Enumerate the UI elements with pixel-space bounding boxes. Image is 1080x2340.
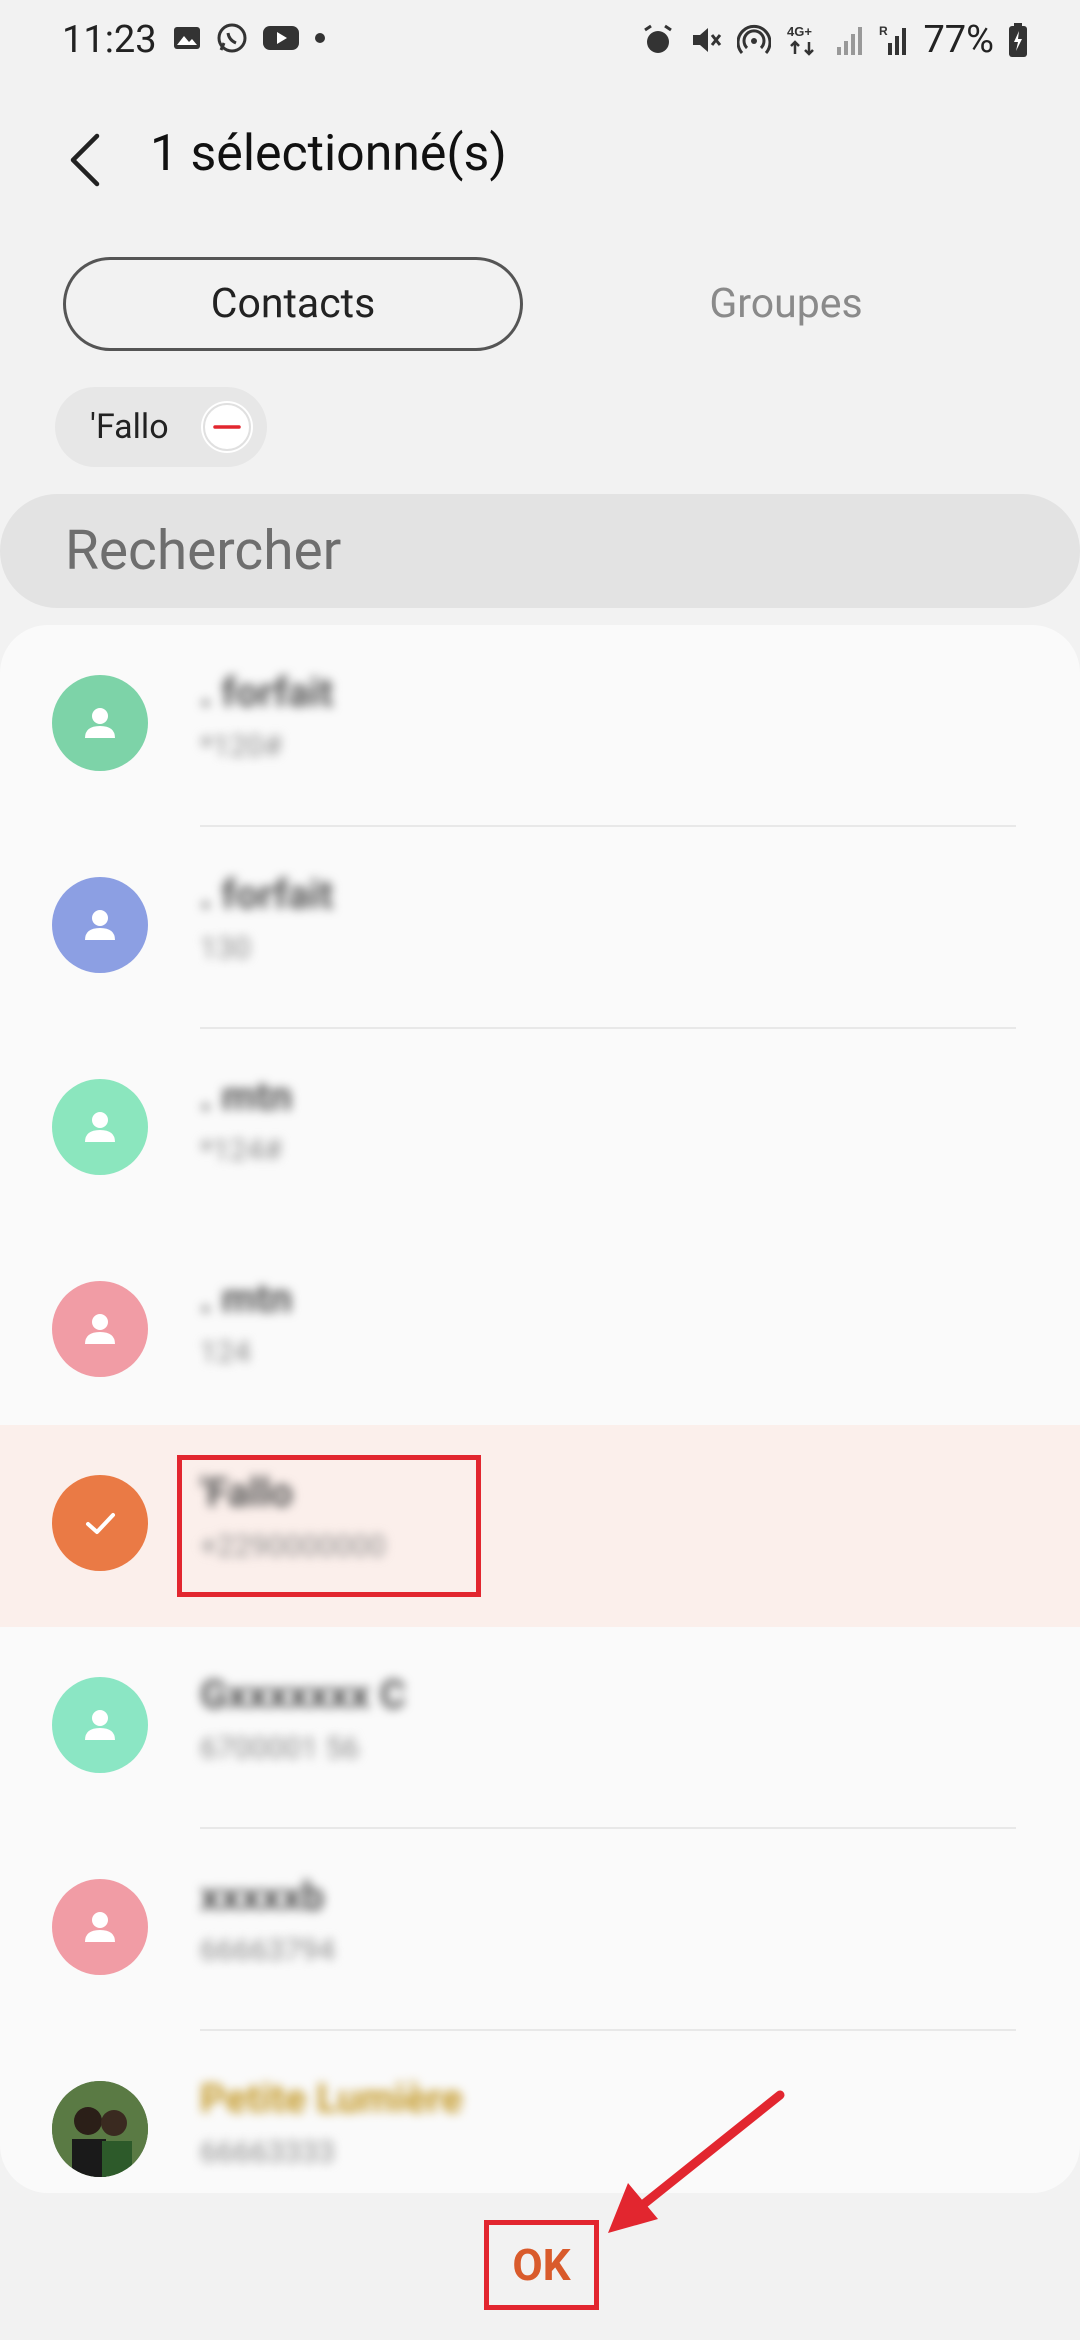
tab-contacts[interactable]: Contacts [63,257,523,351]
list-item[interactable]: . forfait 130 [0,827,1080,1029]
contact-number: 66663333 [200,2135,335,2170]
contact-photo [52,2081,148,2177]
person-icon [85,1112,115,1142]
contact-number: 6700001 56 [200,1731,360,1766]
contact-name: . mtn [200,1073,293,1120]
remove-icon [203,403,251,451]
person-icon [85,1314,115,1344]
avatar [52,1281,148,1377]
whatsapp-icon [217,23,247,53]
network-4g-icon: 4G+ [787,24,815,56]
mute-icon [693,28,722,52]
chip-remove-button[interactable] [201,401,253,453]
svg-text:4G+: 4G+ [787,24,812,39]
tab-groups[interactable]: Groupes [556,257,1016,351]
page-title: 1 sélectionné(s) [150,125,507,183]
svg-text:R: R [879,24,888,38]
signal-roaming-icon: R [879,24,907,55]
annotation-highlight-box [177,1455,481,1597]
person-icon [85,708,115,738]
checkmark-icon [86,1513,115,1534]
more-notifications-icon [315,33,325,43]
contact-name: Petite Lumière [200,2075,463,2122]
alarm-icon [644,24,673,53]
avatar [52,1677,148,1773]
contact-name: . mtn [200,1275,293,1322]
search-bar[interactable] [0,494,1080,608]
status-bar: 11:23 4G+ R 77% [0,0,1080,84]
back-arrow-icon [70,133,100,187]
person-icon [85,910,115,940]
contact-name: . forfait [200,871,334,918]
list-item[interactable]: . mtn *124# [0,1029,1080,1231]
search-input[interactable] [65,516,965,586]
contact-number: 124 [200,1335,251,1370]
avatar [52,1879,148,1975]
ok-button[interactable]: OK [484,2220,599,2310]
contact-number: *120# [200,729,282,764]
list-item[interactable]: . mtn 124 [0,1231,1080,1433]
person-icon [85,1710,115,1740]
youtube-icon [263,26,299,50]
avatar [52,675,148,771]
status-time: 11:23 [62,18,157,62]
contact-number: *124# [200,1133,282,1168]
gallery-icon [174,27,200,49]
list-item-selected[interactable]: 'Fallo +2290000000 [0,1425,1080,1627]
person-icon [85,1912,115,1942]
battery-percent: 77% [923,18,994,62]
signal-icon [837,27,863,55]
battery-icon [1009,23,1027,57]
list-item[interactable]: Gxxxxxxx C 6700001 56 [0,1627,1080,1829]
avatar [52,1079,148,1175]
back-button[interactable] [50,120,120,200]
contact-number: 66663794 [200,1933,335,1968]
selected-contact-chip[interactable]: 'Fallo [55,387,267,467]
contact-number: 130 [200,931,251,966]
chip-label: 'Fallo [90,407,169,447]
selected-checkbox[interactable] [52,1475,148,1571]
list-item[interactable]: xxxxxb 66663794 [0,1829,1080,2031]
contact-name: xxxxxb [200,1873,325,1920]
list-item[interactable]: Petite Lumière 66663333 [0,2031,1080,2193]
contact-list: . forfait *120# . forfait 130 . mtn *124… [0,625,1080,2193]
avatar [52,877,148,973]
contact-name: . forfait [200,669,334,716]
hotspot-icon [737,24,772,54]
contact-name: Gxxxxxxx C [200,1671,406,1718]
photo-avatar-icon [52,2081,148,2177]
list-item[interactable]: . forfait *120# [0,625,1080,827]
notification-icons [172,22,326,54]
system-status-icons: 4G+ R 77% [641,18,1028,62]
annotation-arrow-icon [608,2090,785,2233]
